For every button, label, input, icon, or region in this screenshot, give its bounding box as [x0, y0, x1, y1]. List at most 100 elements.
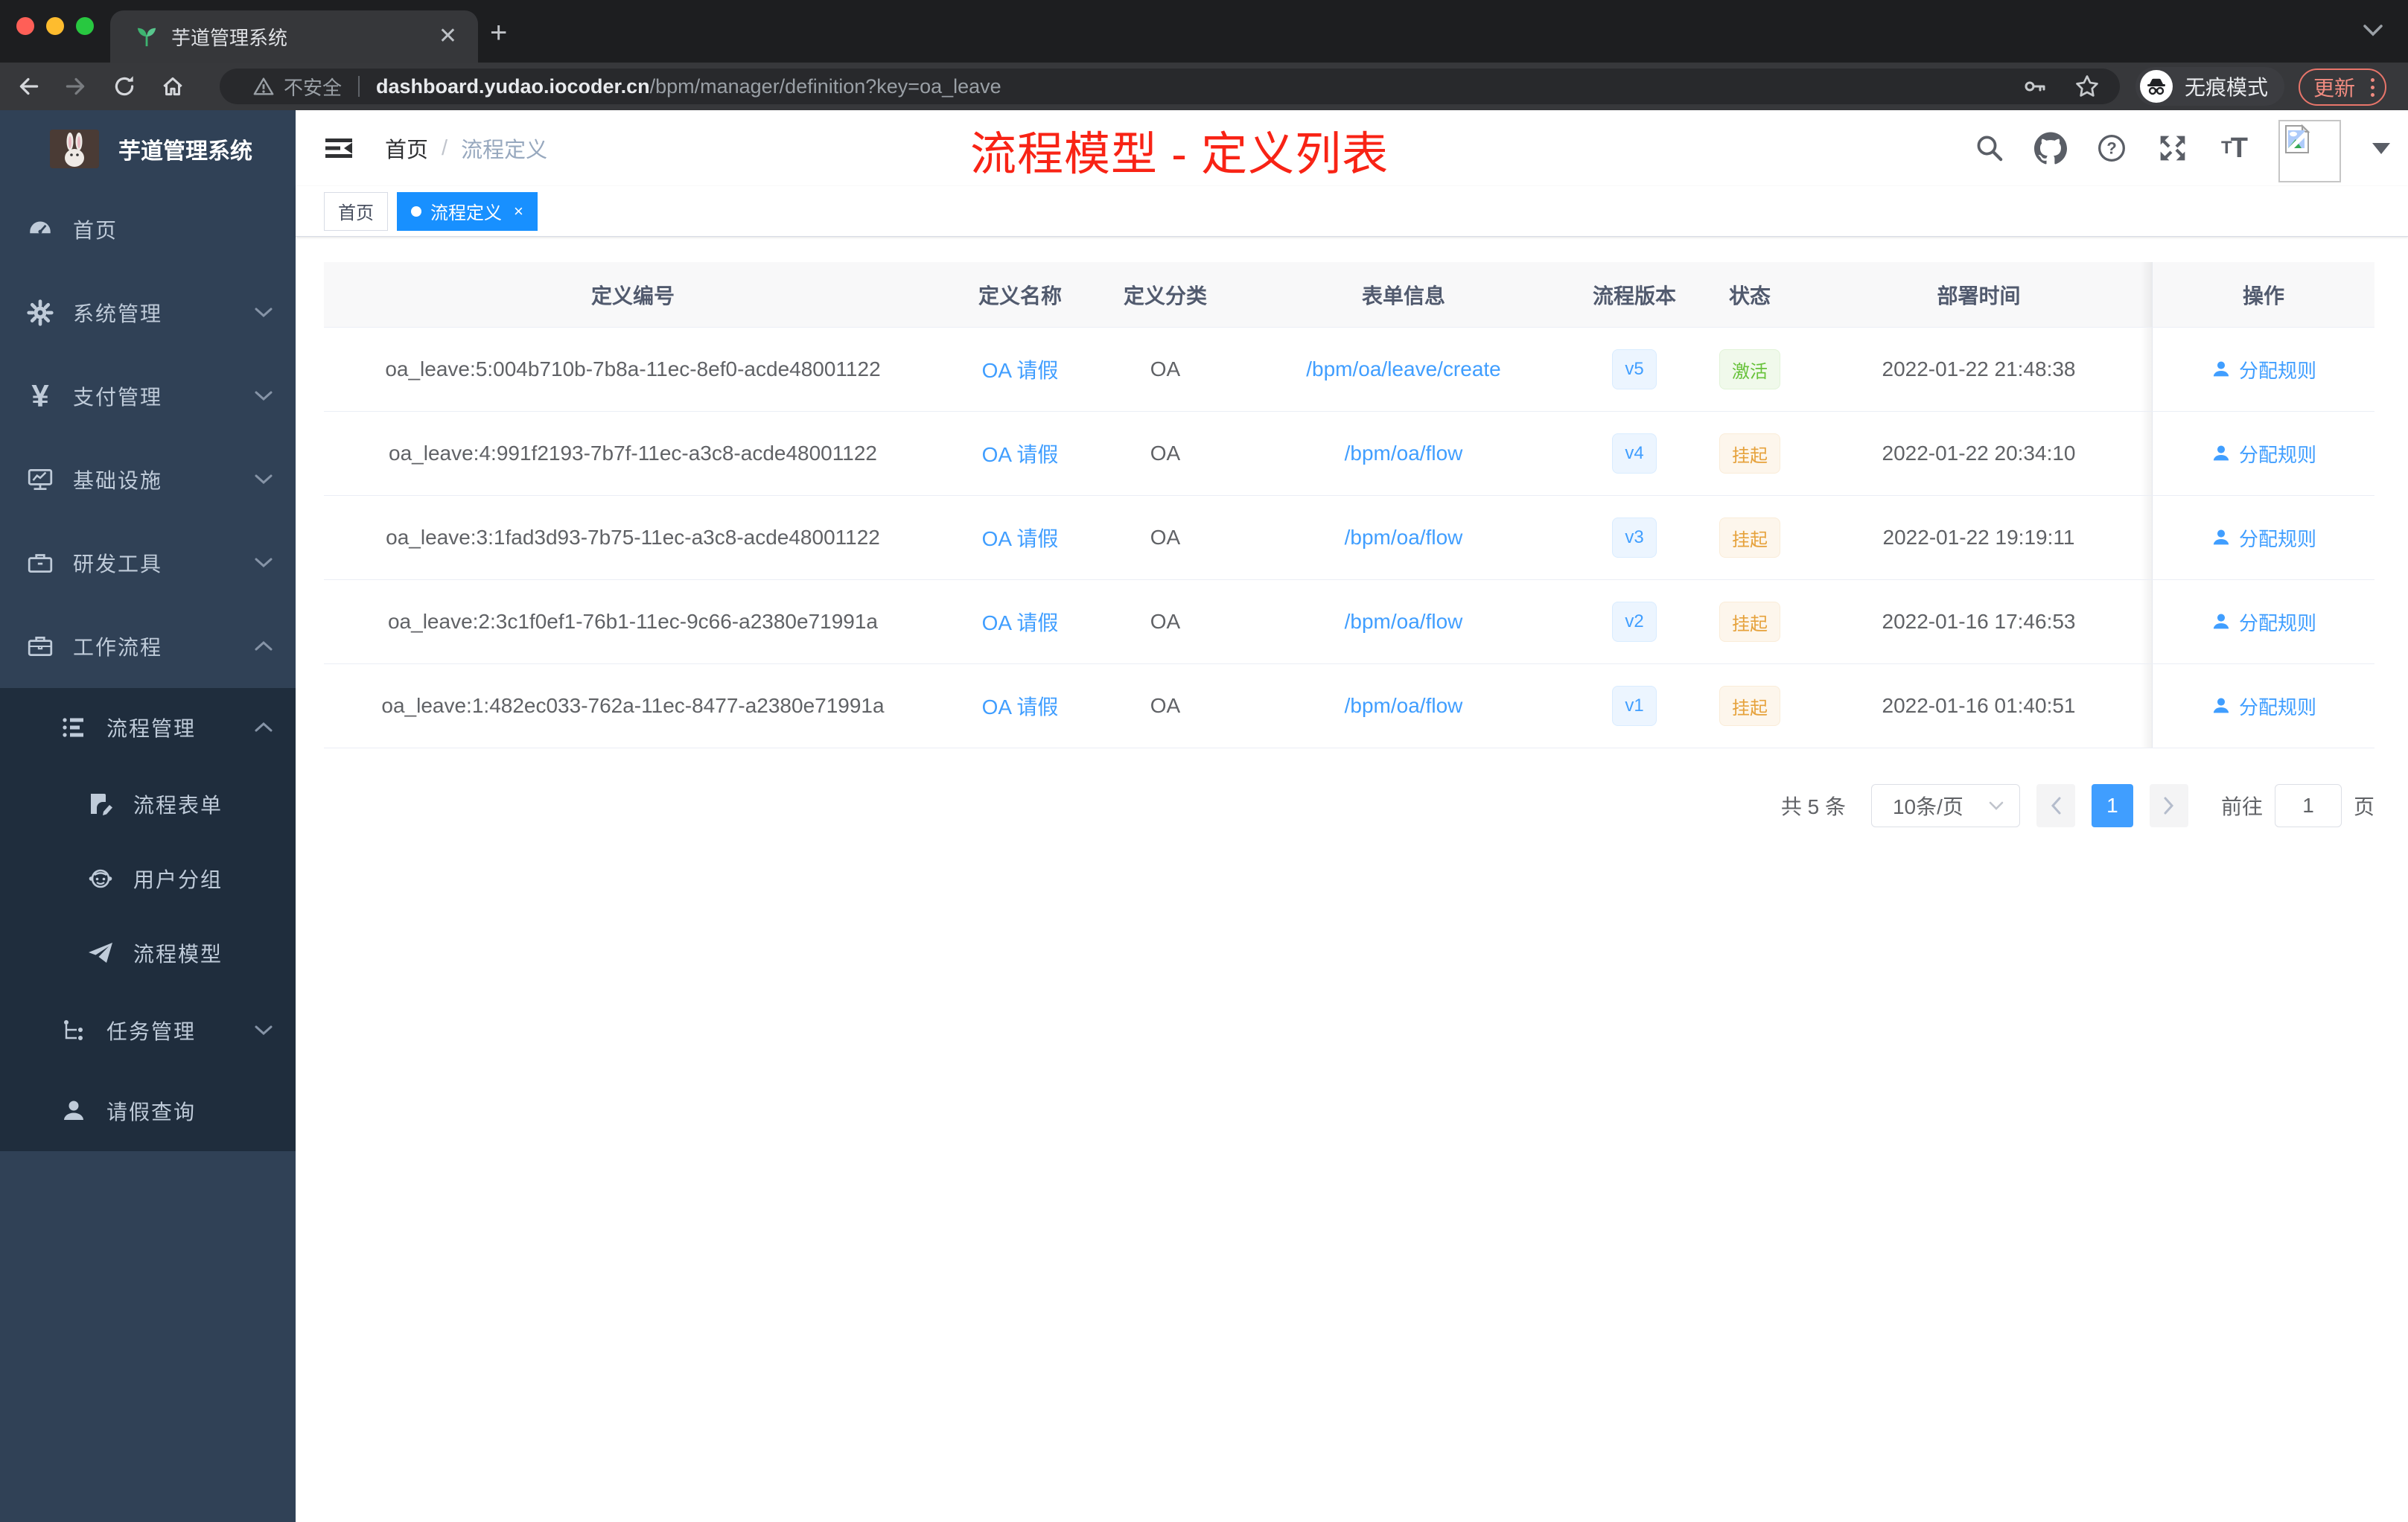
close-window-button[interactable] — [16, 17, 34, 35]
chevron-down-icon — [254, 307, 273, 319]
version-badge: v3 — [1612, 518, 1657, 558]
zoom-window-button[interactable] — [76, 17, 94, 35]
home-icon[interactable] — [160, 74, 185, 103]
definition-name-link[interactable]: OA 请假 — [982, 607, 1059, 637]
sidebar-item-process-form[interactable]: 流程表单 — [0, 767, 296, 841]
svg-text:?: ? — [2106, 139, 2117, 158]
avatar[interactable] — [2278, 120, 2341, 182]
avatar-dropdown-icon[interactable] — [2372, 142, 2390, 154]
table-row: oa_leave:3:1fad3d93-7b75-11ec-a3c8-acde4… — [324, 496, 2374, 580]
divider — [358, 76, 360, 97]
assign-rule-button[interactable]: 分配规则 — [2211, 440, 2316, 468]
definition-name-link[interactable]: OA 请假 — [982, 691, 1059, 721]
definition-id: oa_leave:3:1fad3d93-7b75-11ec-a3c8-acde4… — [386, 526, 880, 549]
breadcrumb: 首页 / 流程定义 — [385, 133, 547, 164]
column-header: 操作 — [2141, 262, 2374, 327]
help-icon[interactable]: ? — [2095, 133, 2128, 164]
column-header: 部署时间 — [1937, 284, 2021, 308]
form-link[interactable]: /bpm/oa/flow — [1345, 526, 1463, 550]
definition-id: oa_leave:2:3c1f0ef1-76b1-11ec-9c66-a2380… — [387, 610, 878, 633]
definition-name-link[interactable]: OA 请假 — [982, 523, 1059, 553]
version-badge: v1 — [1612, 686, 1657, 726]
sidebar-item-process-model[interactable]: 流程模型 — [0, 916, 296, 990]
total-count: 共 5 条 — [1780, 795, 1846, 818]
logo-image — [50, 130, 99, 168]
tag-process-definition[interactable]: 流程定义 × — [397, 191, 538, 231]
deploy-time: 2022-01-16 17:46:53 — [1882, 610, 2076, 633]
toolbox-icon — [24, 549, 57, 577]
table-row: oa_leave:4:991f2193-7b7f-11ec-a3c8-acde4… — [324, 412, 2374, 496]
gear-icon — [24, 299, 57, 327]
column-header: 流程版本 — [1592, 284, 1676, 308]
update-button[interactable]: 更新 — [2299, 69, 2386, 106]
sidebar-item-workflow[interactable]: 工作流程 — [0, 605, 296, 688]
sidebar-item-system[interactable]: 系统管理 — [0, 271, 296, 354]
sidebar-item-home[interactable]: 首页 — [0, 188, 296, 271]
favicon-sprout-icon — [136, 25, 158, 48]
status-badge: 挂起 — [1719, 518, 1780, 558]
tab-strip: 芋道管理系统 ✕ + — [0, 0, 2408, 63]
assign-rule-button[interactable]: 分配规则 — [2211, 356, 2316, 383]
tag-home[interactable]: 首页 — [324, 191, 388, 231]
paper-plane-icon — [84, 940, 117, 967]
breadcrumb-home[interactable]: 首页 — [385, 133, 428, 164]
browser-menu-icon[interactable] — [2371, 77, 2374, 97]
sidebar-item-task-management[interactable]: 任务管理 — [0, 990, 296, 1071]
goto-page-input[interactable] — [2274, 784, 2342, 827]
chevron-down-icon[interactable] — [2360, 22, 2386, 42]
next-page-button[interactable] — [2149, 784, 2188, 827]
bookmark-star-icon[interactable] — [2074, 73, 2100, 100]
sidebar-item-process-management[interactable]: 流程管理 — [0, 688, 296, 767]
status-badge: 挂起 — [1719, 433, 1780, 474]
search-icon[interactable] — [1973, 133, 2006, 164]
form-link[interactable]: /bpm/oa/flow — [1345, 694, 1463, 718]
version-badge: v2 — [1612, 602, 1657, 642]
font-size-icon[interactable]: TT — [2217, 133, 2250, 165]
prev-page-button[interactable] — [2036, 784, 2075, 827]
chevron-down-icon — [254, 557, 273, 569]
sidebar-fold-icon[interactable] — [324, 133, 354, 163]
forward-icon[interactable] — [63, 74, 88, 103]
browser-tab[interactable]: 芋道管理系统 ✕ — [110, 10, 478, 63]
tags-bar: 首页 流程定义 × — [296, 186, 2408, 237]
assign-rule-button[interactable]: 分配规则 — [2211, 524, 2316, 552]
assign-rule-button[interactable]: 分配规则 — [2211, 692, 2316, 720]
form-link[interactable]: /bpm/oa/flow — [1345, 442, 1463, 465]
definition-table: 定义编号 定义名称 定义分类 表单信息 流程版本 状态 部署时间 操作 oa_l… — [324, 262, 2374, 748]
address-bar[interactable]: 不安全 dashboard.yudao.iocoder.cn/bpm/manag… — [220, 69, 2120, 104]
sidebar-item-payment[interactable]: ¥ 支付管理 — [0, 354, 296, 438]
sidebar-item-devtools[interactable]: 研发工具 — [0, 521, 296, 605]
page-number-button[interactable]: 1 — [2091, 784, 2133, 827]
window-controls[interactable] — [16, 17, 94, 35]
reload-icon[interactable] — [112, 74, 137, 103]
sidebar-item-leave-query[interactable]: 请假查询 — [0, 1071, 296, 1151]
column-header: 定义分类 — [1123, 284, 1207, 308]
sidebar-item-infrastructure[interactable]: 基础设施 — [0, 438, 296, 521]
table-row: oa_leave:5:004b710b-7b8a-11ec-8ef0-acde4… — [324, 328, 2374, 412]
definition-name-link[interactable]: OA 请假 — [982, 439, 1059, 468]
content: 定义编号 定义名称 定义分类 表单信息 流程版本 状态 部署时间 操作 oa_l… — [296, 237, 2408, 827]
back-icon[interactable] — [16, 74, 42, 103]
tag-close-icon[interactable]: × — [514, 202, 523, 221]
minimize-window-button[interactable] — [46, 17, 64, 35]
form-link[interactable]: /bpm/oa/leave/create — [1306, 357, 1501, 381]
chevron-down-icon — [254, 474, 273, 485]
status-badge: 挂起 — [1719, 602, 1780, 642]
browser-toolbar: 不安全 dashboard.yudao.iocoder.cn/bpm/manag… — [0, 63, 2408, 110]
column-header: 定义编号 — [590, 284, 675, 308]
assign-rule-button[interactable]: 分配规则 — [2211, 608, 2316, 636]
form-link[interactable]: /bpm/oa/flow — [1345, 610, 1463, 634]
fullscreen-icon[interactable] — [2156, 133, 2189, 164]
definition-id: oa_leave:4:991f2193-7b7f-11ec-a3c8-acde4… — [389, 442, 877, 465]
github-icon[interactable] — [2034, 132, 2067, 165]
page-size-select[interactable]: 10条/页 — [1870, 784, 2020, 827]
tab-close-icon[interactable]: ✕ — [439, 25, 457, 48]
chevron-up-icon — [254, 640, 273, 652]
key-icon[interactable] — [2022, 73, 2048, 100]
monitor-icon — [24, 465, 57, 494]
sidebar-item-user-group[interactable]: 用户分组 — [0, 841, 296, 916]
definition-name-link[interactable]: OA 请假 — [982, 354, 1059, 384]
new-tab-button[interactable]: + — [490, 18, 507, 48]
briefcase-icon — [24, 632, 57, 660]
tab-title: 芋道管理系统 — [171, 26, 288, 49]
